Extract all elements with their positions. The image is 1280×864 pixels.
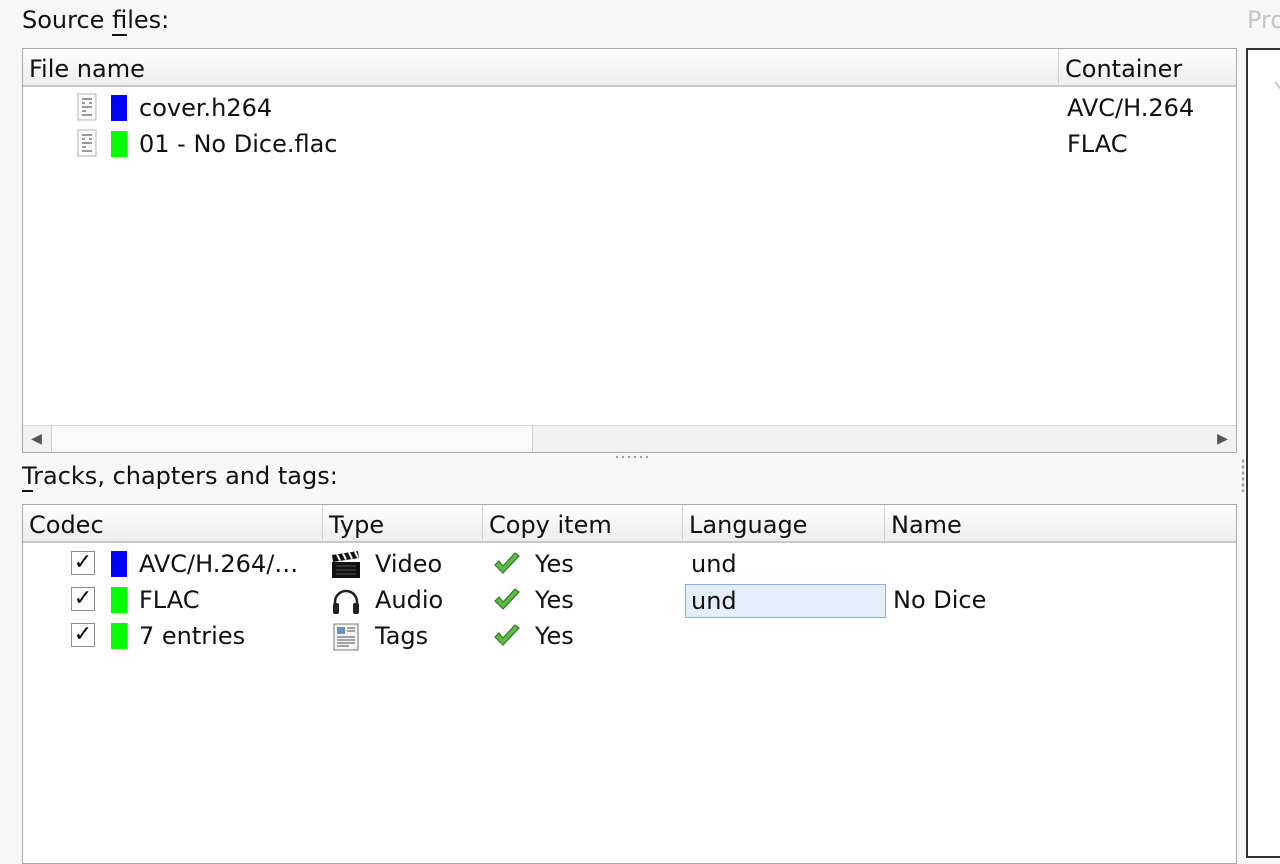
track-copy: Yes (535, 550, 574, 578)
column-container[interactable]: Container (1059, 49, 1236, 85)
source-files-label: Source files: (22, 6, 170, 36)
track-type: Audio (375, 586, 444, 614)
tracks-tree[interactable]: Codec Type Copy item Language Name ✓ AVC… (22, 504, 1237, 864)
file-icon (77, 93, 97, 121)
track-checkbox[interactable]: ✓ (71, 623, 95, 647)
checkmark-icon (494, 624, 520, 646)
scrollbar-thumb[interactable] (51, 426, 533, 452)
file-container: AVC/H.264 (1067, 94, 1195, 122)
file-container: FLAC (1067, 130, 1128, 158)
horizontal-scrollbar[interactable]: ◀ ▶ (23, 425, 1236, 452)
track-language[interactable]: und (691, 546, 737, 582)
track-row[interactable]: ✓ 7 entries Tags Yes (23, 618, 1236, 654)
track-codec: AVC/H.264/… (139, 550, 299, 578)
properties-pane[interactable] (1246, 48, 1280, 858)
track-copy: Yes (535, 622, 574, 650)
column-name[interactable]: Name (885, 505, 1236, 541)
column-language[interactable]: Language (683, 505, 885, 541)
track-color-swatch (111, 551, 127, 577)
track-codec: FLAC (139, 586, 200, 614)
headphones-icon (333, 589, 359, 614)
clapperboard-icon (332, 551, 360, 578)
file-color-swatch (111, 95, 127, 121)
column-type[interactable]: Type (323, 505, 483, 541)
scroll-right-icon[interactable]: ▶ (1209, 426, 1236, 452)
track-checkbox[interactable]: ✓ (71, 551, 95, 575)
track-color-swatch (111, 587, 127, 613)
track-copy: Yes (535, 586, 574, 614)
track-type: Tags (375, 622, 429, 650)
properties-label: Pro (1247, 6, 1280, 34)
track-codec: 7 entries (139, 622, 246, 650)
file-color-swatch (111, 131, 127, 157)
file-name: cover.h264 (139, 94, 273, 122)
source-files-header: File name Container (23, 49, 1236, 87)
scroll-left-icon[interactable]: ◀ (23, 426, 50, 452)
file-name: 01 - No Dice.flac (139, 130, 338, 158)
source-files-tree[interactable]: File name Container cover.h264 AVC/H.264… (22, 48, 1237, 453)
file-row[interactable]: 01 - No Dice.flac FLAC (23, 126, 1236, 162)
tracks-label: Tracks, chapters and tags: (22, 462, 338, 492)
checkmark-icon (494, 588, 520, 610)
track-row[interactable]: ✓ FLAC Audio Yes und No Dice (23, 582, 1236, 618)
track-type: Video (375, 550, 443, 578)
file-row[interactable]: cover.h264 AVC/H.264 (23, 90, 1236, 126)
track-row[interactable]: ✓ AVC/H.264/… Video Yes und (23, 546, 1236, 582)
track-color-swatch (111, 623, 127, 649)
checkmark-icon (494, 552, 520, 574)
column-copy-item[interactable]: Copy item (483, 505, 683, 541)
language-input[interactable]: und (685, 584, 886, 618)
file-icon (77, 129, 97, 157)
splitter-handle[interactable] (614, 454, 650, 460)
vertical-splitter-handle[interactable] (1241, 458, 1245, 492)
tracks-header: Codec Type Copy item Language Name (23, 505, 1236, 543)
track-checkbox[interactable]: ✓ (71, 587, 95, 611)
document-icon (333, 623, 359, 651)
column-file-name[interactable]: File name (23, 49, 1059, 85)
track-name[interactable]: No Dice (893, 582, 986, 618)
chevron-down-icon[interactable] (1274, 80, 1280, 90)
column-codec[interactable]: Codec (23, 505, 323, 541)
